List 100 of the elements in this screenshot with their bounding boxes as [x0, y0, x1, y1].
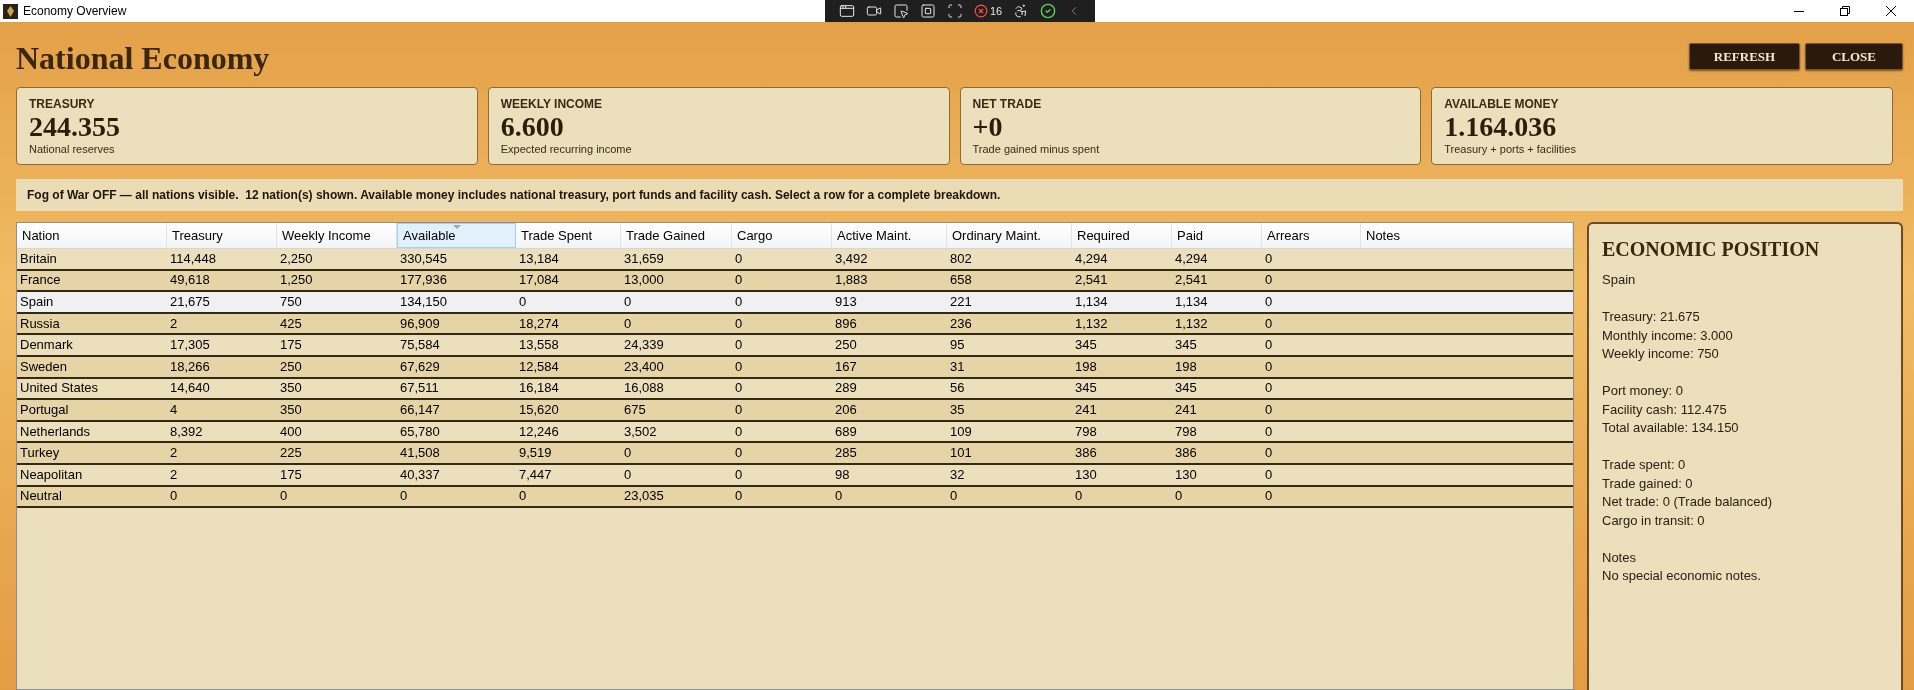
table-cell: 114,448 [170, 250, 217, 267]
column-header[interactable]: Cargo [732, 223, 832, 248]
card-value: 1.164.036 [1444, 112, 1557, 142]
table-cell: 0 [624, 466, 632, 483]
table-cell: 0 [735, 358, 743, 375]
table-cell: 0 [1265, 380, 1273, 397]
refresh-button[interactable]: REFRESH [1689, 43, 1800, 70]
table-row[interactable]: Portugal 4 350 66,147 15,620 675 0 206 35 241 241 0 [17, 400, 1573, 422]
table-row[interactable]: Neutral 0 0 0 0 23,035 0 0 0 0 0 0 [17, 486, 1573, 509]
column-header[interactable]: Paid [1172, 223, 1262, 248]
column-header[interactable]: Trade Spent [516, 223, 621, 248]
table-cell: 16,184 [519, 380, 559, 397]
table-cell: 3,502 [624, 423, 657, 440]
table-cell: 23,400 [624, 358, 664, 375]
nation-name: Spain [1602, 271, 1636, 289]
info-text: Fog of War OFF — all nations visible. 12 nation(s) shown. Available money includes national treasury, port funds and facility cash. Select a row for a complete breakdown. [27, 187, 1001, 203]
table-cell: 0 [735, 337, 743, 354]
table-cell: Neutral [20, 488, 62, 505]
table-cell: 386 [1075, 445, 1097, 462]
table-cell: 13,000 [624, 272, 664, 289]
column-header[interactable]: Treasury [167, 223, 277, 248]
table-row[interactable]: France 49,618 1,250 177,936 17,084 13,000 0 1,883 658 2,541 2,541 0 [17, 270, 1573, 293]
table-cell: 18,266 [170, 358, 210, 375]
column-header[interactable]: Active Maint. [832, 223, 947, 248]
card-label: NET TRADE [972, 96, 1042, 112]
table-cell: 285 [835, 445, 857, 462]
table-cell: 175 [280, 337, 302, 354]
table-cell: 0 [624, 294, 632, 310]
table-cell: 49,618 [170, 272, 210, 289]
table-cell: 0 [735, 380, 743, 397]
table-cell: 0 [519, 488, 527, 505]
scan-frame-icon[interactable] [947, 3, 963, 19]
table-cell: 0 [1175, 488, 1183, 505]
table-cell: 0 [1265, 272, 1273, 289]
table-cell: 750 [280, 294, 302, 310]
table-cell: 175 [280, 466, 302, 483]
table-cell: 689 [835, 423, 857, 440]
table-cell: 0 [1265, 315, 1273, 332]
table-cell: 95 [950, 337, 965, 354]
table-cell: 913 [835, 294, 857, 310]
table-cell: 241 [1075, 401, 1097, 418]
card-label: AVAILABLE MONEY [1444, 96, 1559, 112]
table-cell: United States [20, 380, 99, 397]
table-cell: 16,088 [624, 380, 664, 397]
table-cell: 18,274 [519, 315, 559, 332]
card-caption: National reserves [29, 142, 115, 156]
table-cell: Denmark [20, 337, 73, 354]
card-value: 6.600 [500, 112, 564, 142]
table-cell: 0 [519, 294, 527, 310]
table-cell: 56 [950, 380, 965, 397]
table-cell: 134,150 [400, 294, 447, 310]
detail-line: Monthly income: 3.000 [1602, 326, 1733, 345]
column-header[interactable]: Arrears [1262, 223, 1361, 248]
window-icon[interactable] [839, 3, 855, 19]
table-cell: 0 [735, 315, 743, 332]
table-row[interactable]: Spain 21,675 750 134,150 0 0 0 913 221 1,134 1,134 0 [17, 292, 1573, 314]
table-cell: 35 [950, 401, 965, 418]
table-cell: 1,250 [280, 272, 313, 289]
table-cell: 0 [1265, 423, 1273, 440]
table-cell: 17,305 [170, 337, 210, 354]
table-row[interactable]: Sweden 18,266 250 67,629 12,584 23,400 0 167 31 198 198 0 [17, 356, 1573, 379]
table-cell: 400 [280, 423, 302, 440]
table-cell: 0 [170, 488, 178, 505]
table-cell: Neapolitan [20, 466, 83, 483]
table-cell: 896 [835, 315, 857, 332]
table-cell: 0 [1265, 337, 1273, 354]
table-cell: 66,147 [400, 401, 440, 418]
table-cell: 98 [835, 466, 850, 483]
column-header[interactable]: Notes [1361, 223, 1573, 248]
table-cell: 14,640 [170, 380, 210, 397]
column-header[interactable]: Required [1072, 223, 1172, 248]
card-label: WEEKLY INCOME [500, 96, 603, 112]
table-cell: 225 [280, 445, 302, 462]
table-cell: 31 [950, 358, 965, 375]
close-button[interactable]: CLOSE [1805, 43, 1903, 70]
table-cell: 0 [1265, 250, 1273, 267]
table-cell: 96,909 [400, 315, 440, 332]
error-count[interactable]: 16 [990, 4, 1003, 18]
square-in-square-icon[interactable] [920, 3, 936, 19]
table-cell: 1,883 [835, 272, 868, 289]
table-cell: Spain [20, 294, 54, 310]
column-header[interactable]: Available [397, 223, 516, 248]
table-row[interactable]: Turkey 2 225 41,508 9,519 0 0 285 101 386 386 0 [17, 443, 1573, 465]
table-row[interactable]: Russia 2 425 96,909 18,274 0 0 896 236 1,132 1,132 0 [17, 313, 1573, 336]
table-cell: 0 [1265, 445, 1273, 462]
table-cell: 15,620 [519, 401, 559, 418]
detail-line: Cargo in transit: 0 [1602, 511, 1705, 530]
column-header[interactable]: Trade Gained [621, 223, 732, 248]
table-cell: 4,294 [1075, 250, 1108, 267]
table-cell: 23,035 [624, 488, 664, 505]
column-header[interactable]: Nation [17, 223, 167, 248]
table-cell: 2,541 [1075, 272, 1108, 289]
table-cell: 109 [950, 423, 972, 440]
video-camera-icon[interactable] [866, 3, 882, 19]
check-circle-icon[interactable] [1040, 3, 1057, 19]
table-cell: 130 [1175, 466, 1197, 483]
window-title: Economy Overview [23, 4, 127, 18]
cursor-square-icon[interactable] [893, 3, 909, 19]
column-header[interactable]: Ordinary Maint. [947, 223, 1072, 248]
error-icon[interactable] [974, 4, 988, 18]
